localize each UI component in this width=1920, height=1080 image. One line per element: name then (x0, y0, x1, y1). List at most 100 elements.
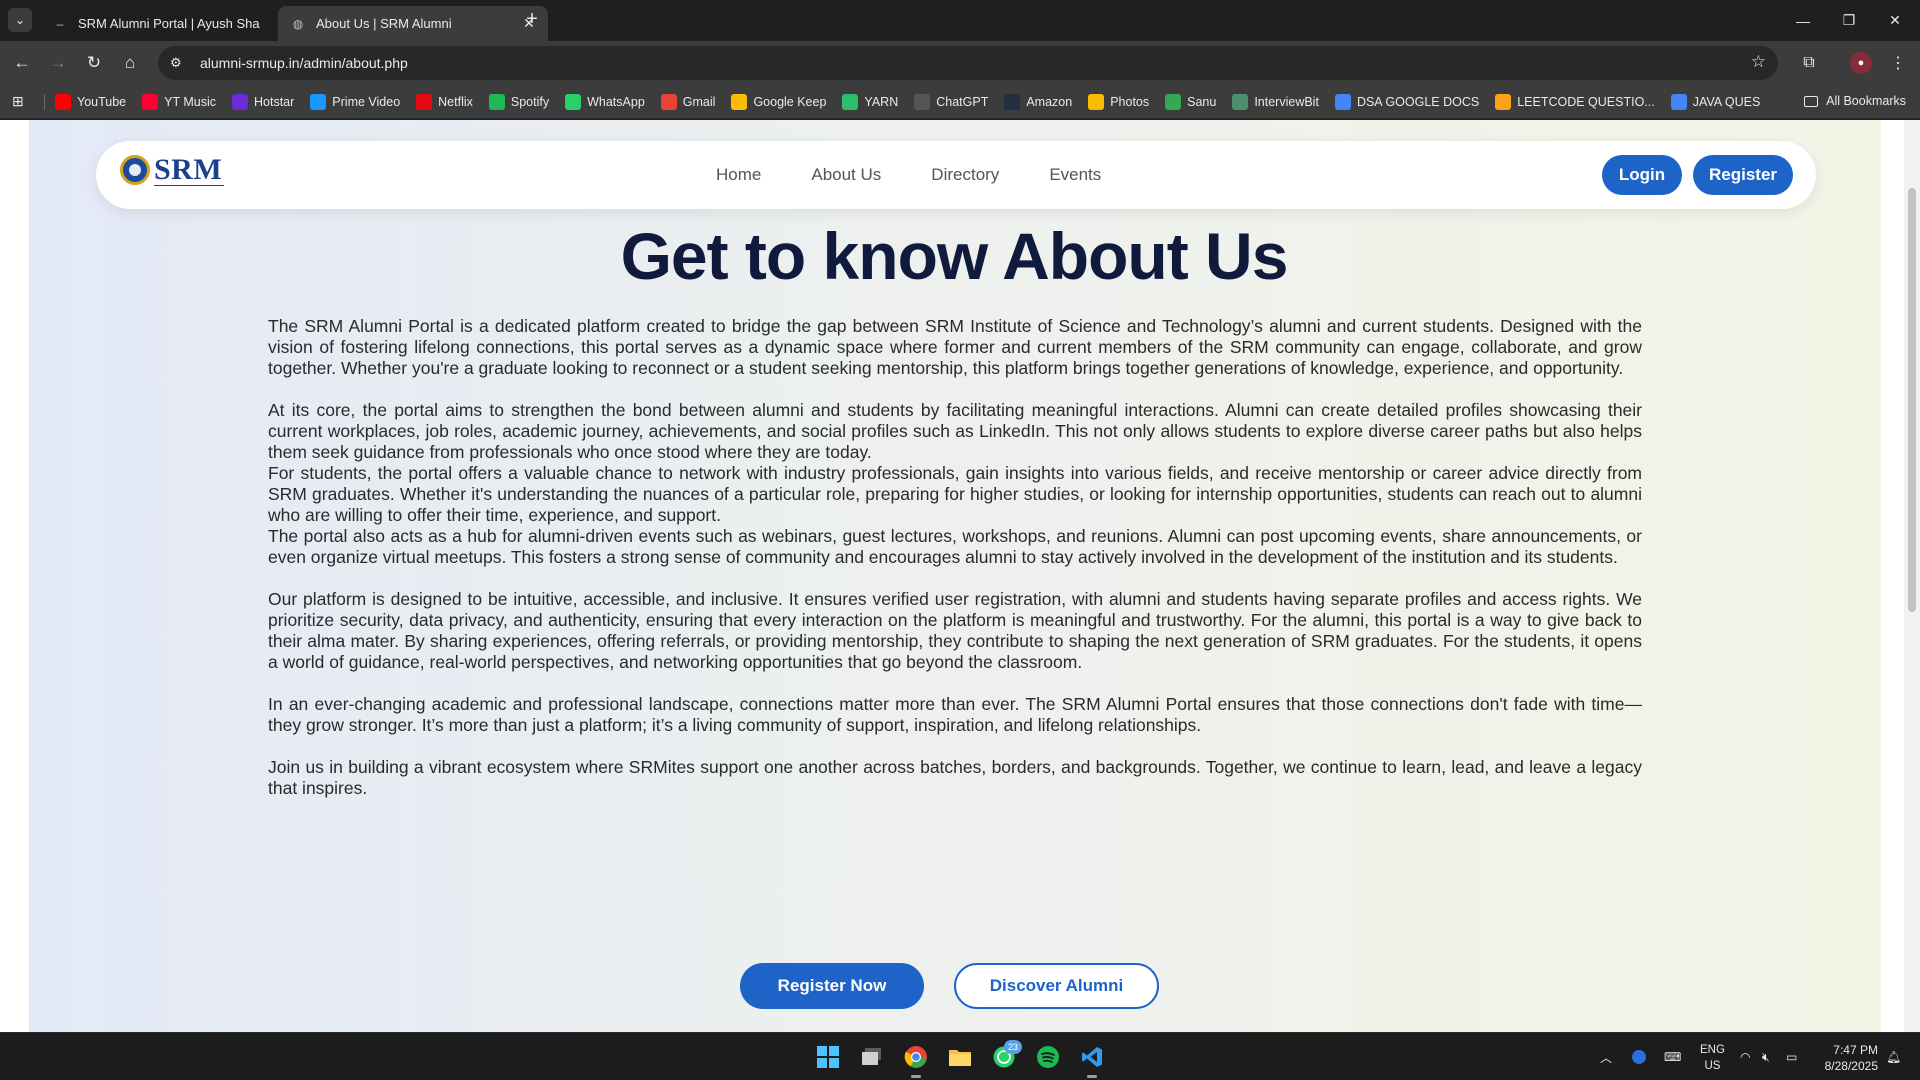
chrome-taskbar-button[interactable] (900, 1041, 932, 1078)
wifi-icon[interactable]: ◠ (1740, 1033, 1750, 1080)
google-keep-icon (731, 93, 748, 110)
show-hidden-icons-button[interactable]: ︿ (1600, 1033, 1612, 1080)
new-tab-button[interactable]: + (520, 8, 544, 32)
language-code: ENG (1700, 1044, 1725, 1056)
url-text[interactable]: alumni-srmup.in/admin/about.php (200, 55, 408, 71)
volume-muted-icon[interactable]: 🔇︎ (1762, 1033, 1770, 1080)
system-clock[interactable]: 7:47 PM 8/28/2025 (1825, 1042, 1878, 1074)
page-scrollbar[interactable] (1904, 120, 1920, 1032)
bookmark-item[interactable]: ChatGPT (914, 93, 988, 110)
minimize-button[interactable]: — (1780, 0, 1826, 41)
bookmark-label: Amazon (1026, 94, 1073, 109)
discover-alumni-button[interactable]: Discover Alumni (954, 963, 1159, 1009)
srm-seal-icon (120, 155, 150, 185)
register-button[interactable]: Register (1693, 155, 1793, 195)
tab-title: SRM Alumni Portal | Ayush Sha (78, 16, 260, 31)
address-bar[interactable]: ⚙ alumni-srmup.in/admin/about.php ☆ (158, 46, 1778, 80)
start-button[interactable] (812, 1041, 844, 1073)
site-navbar: SRM Home About Us Directory Events Login… (96, 141, 1816, 209)
browser-menu-icon[interactable]: ⋮ (1884, 49, 1912, 77)
scrollbar-thumb[interactable] (1908, 188, 1916, 612)
bookmark-item[interactable]: WhatsApp (565, 93, 645, 110)
battery-icon[interactable]: ▭ (1786, 1033, 1797, 1080)
all-bookmarks-button[interactable]: All Bookmarks (1804, 94, 1906, 108)
bookmark-label: YARN (864, 94, 899, 109)
home-button[interactable]: ⌂ (116, 49, 144, 77)
spotify-icon (1037, 1046, 1059, 1068)
chatgpt-icon (914, 93, 931, 110)
gmail-icon (660, 93, 677, 110)
bookmark-item[interactable]: YouTube (55, 93, 127, 110)
nav-events[interactable]: Events (1049, 165, 1101, 185)
close-window-button[interactable]: ✕ (1872, 0, 1918, 41)
tab-title: About Us | SRM Alumni (316, 16, 452, 31)
vscode-icon (1082, 1047, 1102, 1067)
apps-grid-icon[interactable]: ⊞ (12, 93, 32, 110)
yarn-icon (842, 93, 859, 110)
forward-button[interactable]: → (44, 49, 72, 77)
bookmark-label: Hotstar (254, 94, 295, 109)
tab-about-us[interactable]: ◍ About Us | SRM Alumni ✕ (278, 6, 548, 41)
bookmark-label: InterviewBit (1254, 94, 1319, 109)
bookmark-label: Google Keep (753, 94, 827, 109)
login-button[interactable]: Login (1602, 155, 1682, 195)
bookmark-item[interactable]: JAVA QUES (1670, 93, 1760, 110)
amazon-icon (1004, 93, 1021, 110)
extensions-icon[interactable]: ⧉ (1795, 49, 1823, 77)
tab-srm-alumni-portal[interactable]: – SRM Alumni Portal | Ayush Sha ✕ (40, 6, 310, 41)
netflix-icon (416, 93, 433, 110)
bookmarks-divider (44, 93, 45, 110)
tab-search-button[interactable]: ⌄ (8, 8, 32, 32)
windows-taskbar: 23 ︿ ⌨ ENG US ◠ 🔇︎ ▭ 7:47 PM 8/28/2025 🔔… (0, 1032, 1920, 1080)
bookmark-item[interactable]: Sanu (1165, 93, 1217, 110)
vscode-taskbar-button[interactable] (1076, 1041, 1108, 1078)
bookmark-item[interactable]: Google Keep (731, 93, 827, 110)
bookmark-item[interactable]: Prime Video (310, 93, 400, 110)
page-title: Get to know About Us (620, 219, 1289, 293)
about-paragraph: For students, the portal offers a valuab… (268, 463, 1642, 525)
spotify-icon (488, 93, 505, 110)
bookmark-item[interactable]: YARN (842, 93, 899, 110)
nav-links: Home About Us Directory Events (716, 141, 1151, 209)
spotify-taskbar-button[interactable] (1032, 1041, 1064, 1073)
yt-music-icon (142, 93, 159, 110)
bookmark-label: Sanu (1187, 94, 1217, 109)
clock-time: 7:47 PM (1833, 1043, 1878, 1057)
bookmark-label: Netflix (438, 94, 473, 109)
bookmark-label: Photos (1110, 94, 1150, 109)
restore-button[interactable]: ❐ (1826, 0, 1872, 41)
windows-logo-icon (817, 1046, 839, 1068)
bookmark-item[interactable]: Amazon (1004, 93, 1073, 110)
site-info-icon[interactable]: ⚙ (170, 55, 192, 71)
language-indicator[interactable]: ENG US (1700, 1042, 1725, 1074)
bookmark-item[interactable]: DSA GOOGLE DOCS (1334, 93, 1479, 110)
bookmark-item[interactable]: LEETCODE QUESTIO... (1495, 93, 1655, 110)
bookmark-item[interactable]: Gmail (660, 93, 715, 110)
docs-icon (1334, 93, 1351, 110)
bookmark-item[interactable]: Spotify (488, 93, 549, 110)
sanu-icon (1165, 93, 1182, 110)
bookmark-item[interactable]: Hotstar (232, 93, 295, 110)
profile-avatar[interactable]: ● (1850, 52, 1872, 74)
notifications-icon[interactable]: 🔔︎ (1886, 1033, 1901, 1080)
task-view-button[interactable] (856, 1041, 888, 1073)
folder-icon (1804, 95, 1819, 107)
back-button[interactable]: ← (8, 49, 36, 77)
reload-button[interactable]: ↻ (80, 49, 108, 77)
keyboard-icon[interactable]: ⌨ (1664, 1033, 1681, 1080)
bookmark-label: YouTube (77, 94, 127, 109)
bookmark-item[interactable]: Netflix (416, 93, 473, 110)
register-now-button[interactable]: Register Now (740, 963, 924, 1009)
nav-home[interactable]: Home (716, 165, 761, 185)
bookmark-item[interactable]: InterviewBit (1232, 93, 1319, 110)
photos-icon (1088, 93, 1105, 110)
srm-logo[interactable]: SRM (120, 155, 224, 186)
nav-about-us[interactable]: About Us (811, 165, 881, 185)
bookmark-star-icon[interactable]: ☆ (1751, 52, 1766, 72)
about-paragraph: Join us in building a vibrant ecosystem … (268, 757, 1642, 798)
tray-app-icon[interactable] (1632, 1033, 1646, 1080)
bookmark-item[interactable]: YT Music (142, 93, 216, 110)
bookmark-item[interactable]: Photos (1088, 93, 1150, 110)
file-explorer-button[interactable] (944, 1041, 976, 1073)
nav-directory[interactable]: Directory (931, 165, 999, 185)
